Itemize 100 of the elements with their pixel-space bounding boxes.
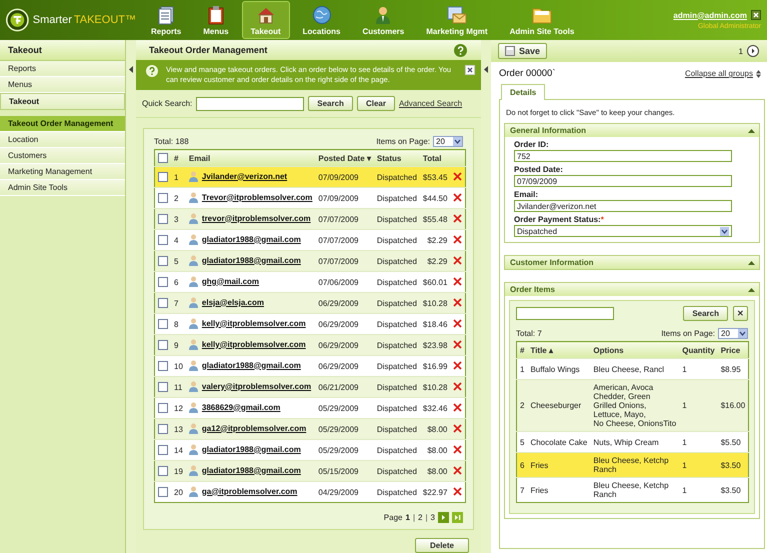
collapse-icon[interactable] <box>748 260 755 264</box>
order-row[interactable]: 13 ga12@itproblemsolver.com 05/29/2009 Dispatched $8.00 <box>154 418 466 440</box>
item-row[interactable]: 7 Fries Bleu Cheese, Ketchp Ranch 1 $3.50 <box>516 478 749 502</box>
input-field[interactable]: Jvilander@verizon.net <box>514 200 732 212</box>
splitter-handle[interactable] <box>481 40 491 553</box>
email-link[interactable]: 3868629@gmail.com <box>202 402 280 412</box>
delete-icon[interactable] <box>453 214 462 222</box>
delete-icon[interactable] <box>453 486 462 496</box>
collapse-icon[interactable] <box>748 128 755 132</box>
row-checkbox[interactable] <box>158 424 168 434</box>
input-field[interactable]: 752 <box>514 150 732 162</box>
select-all-checkbox[interactable] <box>158 153 168 163</box>
email-link[interactable]: gladiator1988@gmail.com <box>202 466 301 474</box>
page-size-select[interactable]: 20 <box>433 136 463 146</box>
column-header[interactable]: Quantity <box>679 342 718 358</box>
sidebar-item[interactable]: Takeout Order Management <box>0 116 125 132</box>
email-link[interactable]: gladiator1988@gmail.com <box>202 360 301 370</box>
sidebar-item[interactable]: Admin Site Tools <box>0 180 125 196</box>
sidebar-item[interactable]: Takeout <box>0 93 125 110</box>
page-size-select[interactable]: 20 <box>718 328 748 338</box>
nav-tab[interactable]: Menus <box>194 1 238 39</box>
email-link[interactable]: kelly@itproblemsolver.com <box>202 318 306 328</box>
collapse-icon[interactable] <box>748 288 755 292</box>
sidebar-item[interactable]: Reports <box>0 61 125 77</box>
page-link[interactable]: 1 <box>405 513 410 522</box>
row-checkbox[interactable] <box>158 172 168 182</box>
row-checkbox[interactable] <box>158 235 168 245</box>
delete-icon[interactable] <box>453 382 462 390</box>
advanced-search-link[interactable]: Advanced Search <box>398 99 462 108</box>
status-select[interactable]: Dispatched <box>514 225 732 237</box>
next-icon[interactable] <box>747 45 759 57</box>
order-row[interactable]: 3 trevor@itproblemsolver.com 07/07/2009 Dispatched $55.48 <box>154 208 466 230</box>
row-checkbox[interactable] <box>158 277 168 287</box>
email-link[interactable]: ga12@itproblemsolver.com <box>202 424 306 432</box>
column-header[interactable]: Status <box>374 150 420 166</box>
delete-icon[interactable] <box>453 192 462 202</box>
email-link[interactable]: gladiator1988@gmail.com <box>202 444 301 454</box>
email-link[interactable]: Jvilander@verizon.net <box>202 172 288 180</box>
quick-search-field[interactable] <box>196 96 304 110</box>
row-checkbox[interactable] <box>158 361 168 371</box>
input-field[interactable]: 07/09/2009 <box>514 175 732 187</box>
delete-icon[interactable] <box>453 298 462 306</box>
delete-icon[interactable] <box>453 402 462 412</box>
sidebar-item[interactable]: Location <box>0 132 125 148</box>
help-icon[interactable] <box>454 44 467 56</box>
column-header[interactable]: Total <box>420 150 450 166</box>
delete-icon[interactable] <box>453 234 462 244</box>
delete-icon[interactable] <box>453 424 462 432</box>
search-button[interactable]: Search <box>308 96 353 111</box>
order-row[interactable]: 9 kelly@itproblemsolver.com 06/29/2009 Dispatched $23.98 <box>154 334 466 356</box>
row-checkbox[interactable] <box>158 256 168 266</box>
delete-icon[interactable] <box>453 360 462 370</box>
email-link[interactable]: ghg@mail.com <box>202 276 260 286</box>
details-tab[interactable]: Details <box>501 84 546 100</box>
delete-icon[interactable] <box>453 444 462 454</box>
row-checkbox[interactable] <box>158 319 168 329</box>
column-header[interactable]: Title ▴ <box>527 342 590 358</box>
close-icon[interactable] <box>751 10 761 20</box>
email-link[interactable]: valery@itproblemsolver.com <box>202 382 312 390</box>
item-row[interactable]: 6 Fries Bleu Cheese, Ketchp Ranch 1 $3.50 <box>516 452 749 478</box>
order-row[interactable]: 19 gladiator1988@gmail.com 05/15/2009 Dispatched $8.00 <box>154 460 466 482</box>
nav-tab[interactable]: Marketing Mgmt <box>417 1 497 39</box>
page-link[interactable]: 2 <box>418 513 422 522</box>
sidebar-item[interactable]: Marketing Management <box>0 164 125 180</box>
row-checkbox[interactable] <box>158 214 168 224</box>
row-checkbox[interactable] <box>158 298 168 308</box>
row-checkbox[interactable] <box>158 382 168 392</box>
email-link[interactable]: Trevor@itproblemsolver.com <box>202 192 312 202</box>
email-link[interactable]: trevor@itproblemsolver.com <box>202 214 311 222</box>
item-row[interactable]: 2 Cheeseburger American, Avoca Chedder, Green Grilled Onions, Lettuce, Mayo, No Cheese, OnionsTito 1 $16.00 <box>516 380 749 432</box>
page-link[interactable]: 3 <box>430 513 435 522</box>
delete-icon[interactable] <box>453 340 462 348</box>
delete-icon[interactable] <box>453 318 462 328</box>
item-search-field[interactable] <box>516 307 614 320</box>
last-page-icon[interactable] <box>452 512 463 523</box>
row-checkbox[interactable] <box>158 340 168 350</box>
email-link[interactable]: gladiator1988@gmail.com <box>202 256 301 264</box>
email-link[interactable]: elsja@elsja.com <box>202 298 264 306</box>
delete-icon[interactable] <box>453 466 462 474</box>
clear-button[interactable]: ✕ <box>733 306 748 321</box>
column-header[interactable]: # <box>516 342 528 358</box>
row-checkbox[interactable] <box>158 445 168 455</box>
delete-icon[interactable] <box>453 172 462 180</box>
order-row[interactable]: 11 valery@itproblemsolver.com 06/21/2009 Dispatched $10.28 <box>154 376 466 398</box>
delete-icon[interactable] <box>453 276 462 286</box>
column-header[interactable]: Posted Date ▾ <box>315 150 374 166</box>
next-page-icon[interactable] <box>438 512 449 523</box>
column-header[interactable]: # <box>171 150 186 166</box>
collapse-all-link[interactable]: Collapse all groups <box>684 69 753 78</box>
row-checkbox[interactable] <box>158 403 168 413</box>
splitter-handle[interactable] <box>126 40 136 553</box>
email-link[interactable]: kelly@itproblemsolver.com <box>202 340 306 348</box>
nav-tab[interactable]: Reports <box>142 1 190 39</box>
row-checkbox[interactable] <box>158 466 168 476</box>
nav-tab[interactable]: Customers <box>353 1 414 39</box>
order-row[interactable]: 1 Jvilander@verizon.net 07/09/2009 Dispatched $53.45 <box>154 166 466 188</box>
email-link[interactable]: ga@itproblemsolver.com <box>202 486 298 496</box>
sidebar-item[interactable]: Customers <box>0 148 125 164</box>
row-checkbox[interactable] <box>158 193 168 203</box>
row-checkbox[interactable] <box>158 487 168 497</box>
